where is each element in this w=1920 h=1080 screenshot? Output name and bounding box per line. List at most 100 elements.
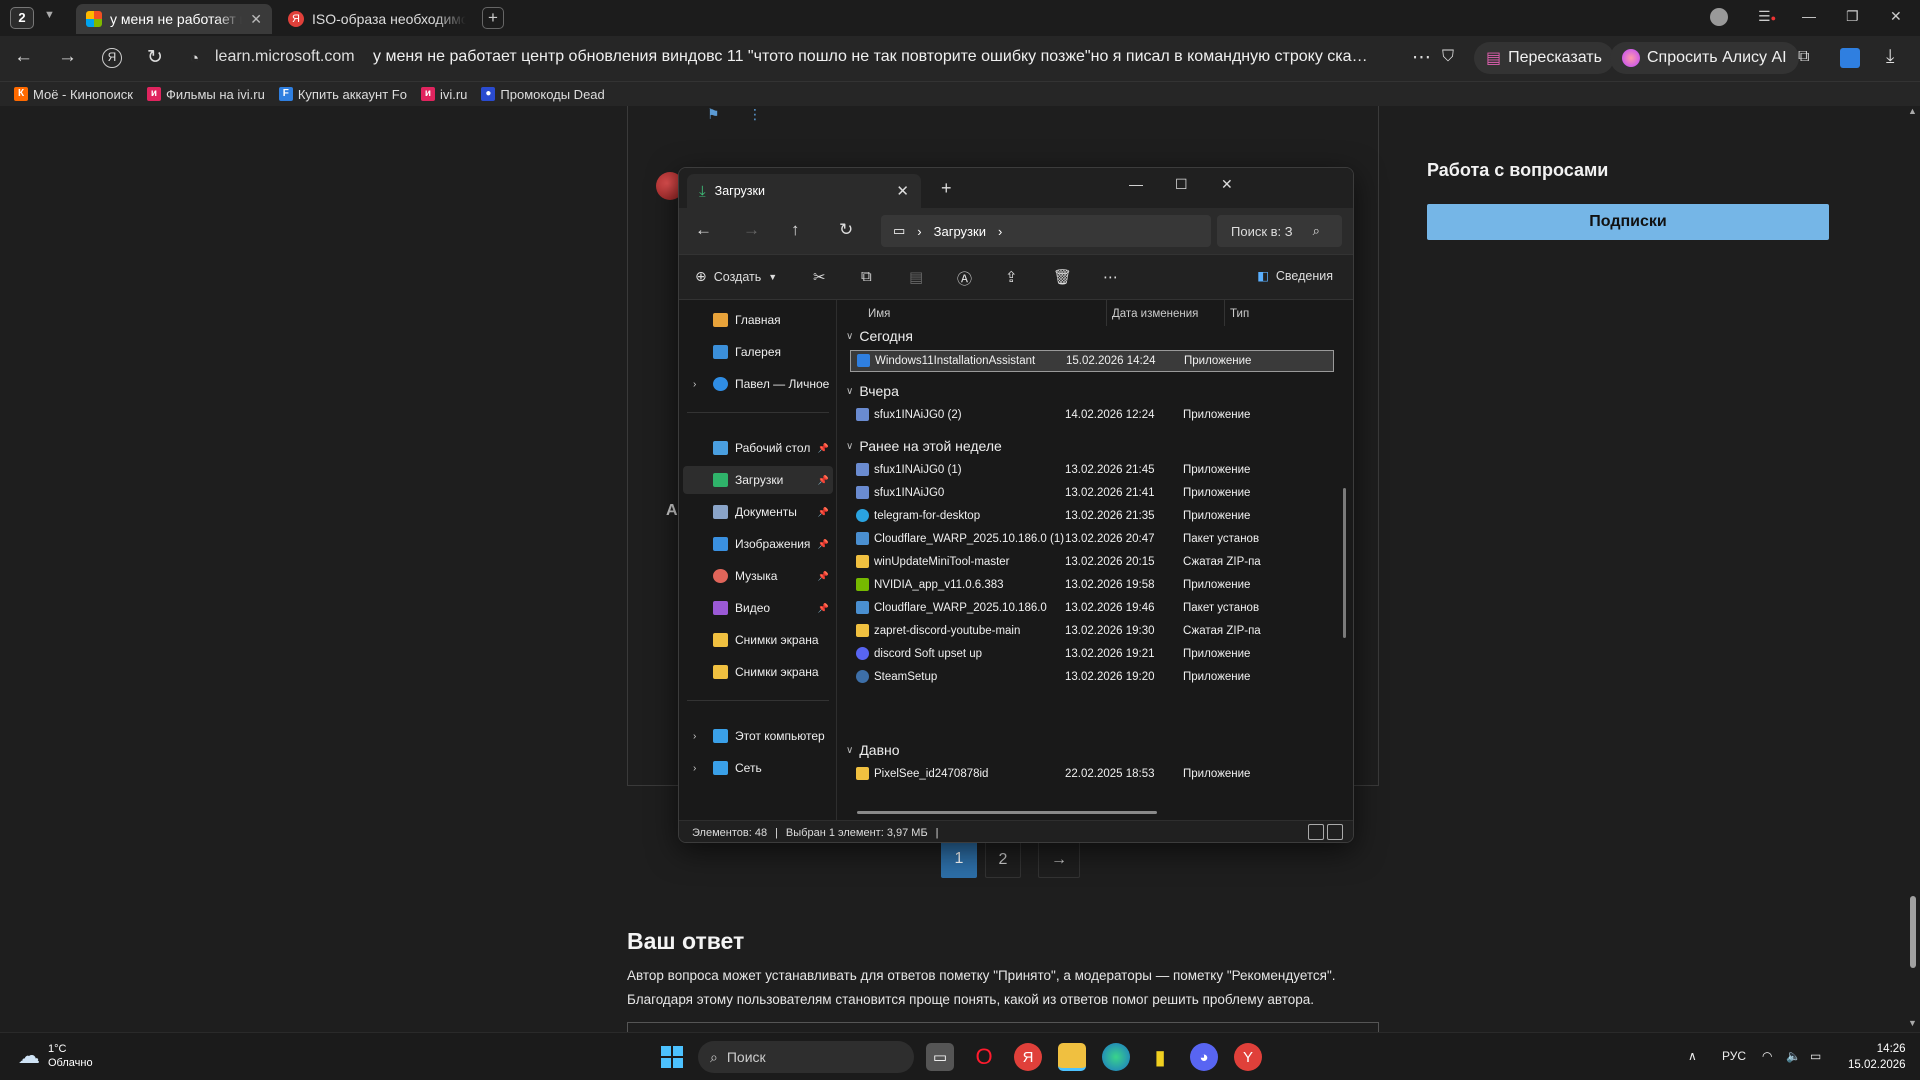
nav-pictures[interactable]: Изображения 📌 bbox=[683, 530, 833, 558]
chevron-right-icon[interactable]: › bbox=[693, 379, 696, 390]
column-divider[interactable] bbox=[1106, 300, 1107, 326]
tab-inactive[interactable]: Я ISO-образа необходимо bbox=[278, 4, 476, 34]
file-row[interactable]: sfux1INAiJG0 13.02.2026 21:41 Приложение bbox=[850, 483, 1334, 505]
bookmark-item[interactable]: ● Промокоды Dead bbox=[481, 87, 605, 102]
ask-alice-button[interactable]: Спросить Алису AI bbox=[1610, 42, 1799, 74]
yandex-logo-icon[interactable]: Я bbox=[102, 48, 122, 68]
pager-page-2[interactable]: 2 bbox=[985, 840, 1021, 878]
file-row[interactable]: zapret-discord-youtube-main 13.02.2026 19… bbox=[850, 621, 1334, 643]
file-row[interactable]: SteamSetup 13.02.2026 19:20 Приложение bbox=[850, 667, 1334, 689]
bookmark-icon[interactable]: ⛉ bbox=[1442, 48, 1454, 66]
group-header[interactable]: ∨ Сегодня bbox=[846, 328, 913, 344]
share-icon[interactable]: ⇪ bbox=[1005, 268, 1018, 286]
chevron-right-icon[interactable]: › bbox=[693, 763, 696, 774]
close-window-icon[interactable]: ✕ bbox=[1890, 8, 1902, 25]
weather-widget[interactable]: ☁ 1°C Облачно bbox=[18, 1042, 93, 1070]
create-button[interactable]: ⊕ Создать ▼ bbox=[695, 268, 777, 285]
pin-icon[interactable]: 📌 bbox=[818, 475, 829, 486]
forward-icon[interactable]: → bbox=[743, 220, 760, 240]
tab-active[interactable]: у меня не работает це ✕ bbox=[76, 4, 272, 34]
close-icon[interactable]: ✕ bbox=[896, 182, 909, 200]
up-icon[interactable]: ↑ bbox=[791, 220, 800, 240]
answer-editor[interactable] bbox=[627, 1022, 1379, 1032]
nav-videos[interactable]: Видео 📌 bbox=[683, 594, 833, 622]
url-domain[interactable]: learn.microsoft.com bbox=[215, 48, 355, 66]
more-vertical-icon[interactable]: ⋮ bbox=[748, 106, 762, 123]
scroll-thumb[interactable] bbox=[1910, 896, 1916, 968]
pin-icon[interactable]: 📌 bbox=[818, 507, 829, 518]
tab-count-button[interactable]: 2 bbox=[10, 7, 34, 29]
details-button[interactable]: ◧ Сведения bbox=[1257, 268, 1333, 284]
opera-icon[interactable]: O bbox=[970, 1043, 998, 1071]
forward-icon[interactable]: → bbox=[58, 46, 77, 68]
back-icon[interactable]: ← bbox=[14, 46, 33, 68]
nav-screenshots[interactable]: Снимки экрана bbox=[683, 626, 833, 654]
volume-icon[interactable]: 🔈 bbox=[1786, 1049, 1801, 1063]
new-tab-button[interactable]: + bbox=[482, 7, 504, 29]
delete-icon[interactable]: 🗑 bbox=[1053, 268, 1072, 286]
file-row[interactable]: sfux1INAiJG0 (1) 13.02.2026 21:45 Приложен… bbox=[850, 460, 1334, 482]
paste-icon[interactable]: ▤ bbox=[909, 268, 923, 286]
chevron-down-icon[interactable]: ▼ bbox=[44, 9, 55, 21]
column-name[interactable]: Имя bbox=[868, 308, 890, 320]
url-title[interactable]: у меня не работает центр обновления винд… bbox=[373, 48, 1373, 66]
discord-icon[interactable]: ◕ bbox=[1190, 1043, 1218, 1071]
more-icon[interactable]: ⋯ bbox=[1412, 46, 1431, 69]
pin-icon[interactable]: 📌 bbox=[818, 539, 829, 550]
nav-network[interactable]: › Сеть bbox=[683, 754, 833, 782]
yandex-browser-icon[interactable]: Я bbox=[1014, 1043, 1042, 1071]
task-view-icon[interactable]: ▭ bbox=[926, 1043, 954, 1071]
nav-gallery[interactable]: Галерея bbox=[683, 338, 833, 366]
bookmark-item[interactable]: и ivi.ru bbox=[420, 87, 467, 102]
pager-current[interactable]: 1 bbox=[941, 840, 977, 878]
file-row[interactable]: discord Soft upset up 13.02.2026 19:21 При… bbox=[850, 644, 1334, 666]
back-icon[interactable]: ← bbox=[695, 220, 712, 240]
minimize-icon[interactable]: — bbox=[1129, 176, 1143, 192]
refresh-icon[interactable]: ↻ bbox=[839, 220, 853, 240]
reload-icon[interactable]: ↻ bbox=[147, 46, 163, 69]
close-icon[interactable]: ✕ bbox=[250, 11, 262, 28]
nav-music[interactable]: Музыка 📌 bbox=[683, 562, 833, 590]
bookmark-item[interactable]: К Моё - Кинопоиск bbox=[14, 87, 133, 102]
column-type[interactable]: Тип bbox=[1230, 308, 1249, 320]
file-row[interactable]: Cloudflare_WARP_2025.10.186.0 13.02.2026 … bbox=[850, 598, 1334, 620]
tiles-view-icon[interactable] bbox=[1327, 824, 1343, 840]
nav-documents[interactable]: Документы 📌 bbox=[683, 498, 833, 526]
restore-icon[interactable]: ❐ bbox=[1846, 8, 1859, 25]
pager-next-icon[interactable]: → bbox=[1038, 840, 1080, 878]
column-date[interactable]: Дата изменения bbox=[1112, 308, 1198, 320]
file-row[interactable]: Windows11InstallationAssistant 15.02.2026… bbox=[850, 350, 1334, 372]
pin-icon[interactable]: 📌 bbox=[818, 443, 829, 454]
battery-app-icon[interactable]: ▮ bbox=[1146, 1043, 1174, 1071]
file-row[interactable]: sfux1INAiJG0 (2) 14.02.2026 12:24 Приложен… bbox=[850, 405, 1334, 427]
profile-icon[interactable] bbox=[1710, 8, 1728, 26]
menu-icon[interactable]: ☰● bbox=[1758, 8, 1776, 25]
group-header[interactable]: ∨ Ранее на этой неделе bbox=[846, 438, 1002, 454]
details-view-icon[interactable] bbox=[1308, 824, 1324, 840]
chevron-right-icon[interactable]: › bbox=[693, 731, 696, 742]
file-list-hscrollbar[interactable] bbox=[857, 811, 1157, 814]
file-row[interactable]: NVIDIA_app_v11.0.6.383 13.02.2026 19:58 Пр… bbox=[850, 575, 1334, 597]
rename-icon[interactable]: Ⓐ bbox=[957, 268, 972, 289]
start-icon[interactable] bbox=[658, 1043, 686, 1071]
edge-icon[interactable] bbox=[1102, 1043, 1130, 1071]
nav-home[interactable]: Главная bbox=[683, 306, 833, 334]
close-window-icon[interactable]: ✕ bbox=[1221, 176, 1233, 193]
file-list-scrollbar[interactable] bbox=[1343, 488, 1346, 638]
nav-screenshots[interactable]: Снимки экрана bbox=[683, 658, 833, 686]
pin-icon[interactable]: 📌 bbox=[818, 571, 829, 582]
path-segment[interactable]: Загрузки bbox=[934, 224, 986, 239]
minimize-icon[interactable]: — bbox=[1802, 8, 1816, 24]
clock[interactable]: 14:26 15.02.2026 bbox=[1848, 1041, 1906, 1073]
wifi-icon[interactable]: ◠ bbox=[1762, 1049, 1772, 1063]
nav-downloads[interactable]: Загрузки 📌 bbox=[683, 466, 833, 494]
pin-icon[interactable]: 📌 bbox=[818, 603, 829, 614]
column-divider[interactable] bbox=[1224, 300, 1225, 326]
collections-icon[interactable] bbox=[1840, 48, 1860, 68]
more-icon[interactable]: ⋯ bbox=[1103, 268, 1118, 286]
new-tab-icon[interactable]: + bbox=[941, 178, 952, 199]
nav-desktop[interactable]: Рабочий стол 📌 bbox=[683, 434, 833, 462]
scroll-down-icon[interactable]: ▼ bbox=[1908, 1018, 1917, 1028]
maximize-icon[interactable]: ☐ bbox=[1175, 176, 1188, 193]
group-header[interactable]: ∨ Давно bbox=[846, 742, 900, 758]
